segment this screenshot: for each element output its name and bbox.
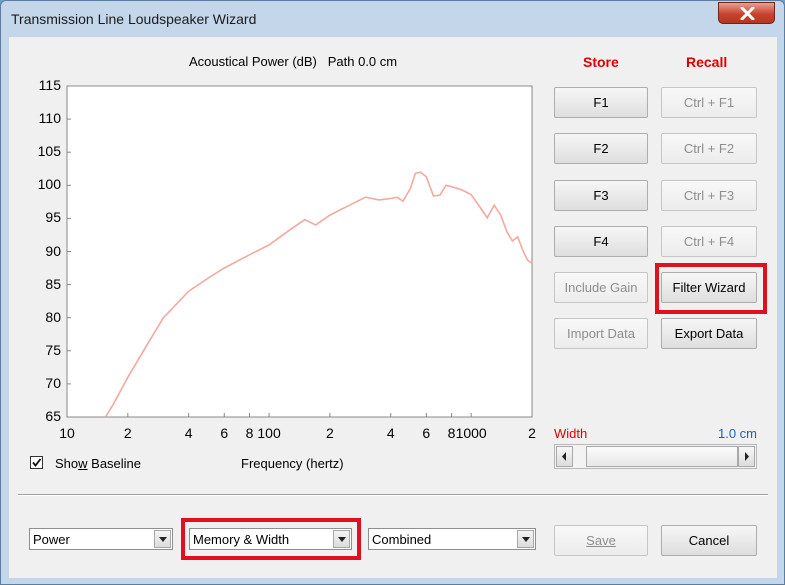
- save-button[interactable]: Save: [554, 525, 648, 556]
- combine-select-value: Combined: [372, 532, 432, 547]
- chart-path-text: Path 0.0 cm: [327, 54, 398, 69]
- baseline-label-accelerator: w: [78, 456, 88, 471]
- acoustical-power-chart: 115 110 105 100 95 90 85 80 75 70 65 10 2 4 6 8 100 2 4 6 8…: [9, 75, 549, 445]
- store-f1-button[interactable]: F1: [554, 87, 648, 118]
- x-tick-label: 10: [59, 425, 75, 441]
- chevron-down-icon: [522, 537, 530, 542]
- view-dropdown-button[interactable]: [333, 530, 350, 548]
- arrow-right-icon: [745, 452, 749, 461]
- combine-select[interactable]: Combined: [368, 528, 536, 550]
- x-axis-title: Frequency (hertz): [241, 456, 344, 471]
- baseline-label-rest: Baseline: [87, 456, 142, 471]
- combine-dropdown-button[interactable]: [517, 530, 534, 548]
- store-f2-button[interactable]: F2: [554, 133, 648, 164]
- baseline-label-part: Sho: [55, 456, 79, 471]
- title-bar: Transmission Line Loudspeaker Wizard: [1, 1, 785, 37]
- chevron-down-icon: [338, 537, 346, 542]
- mode-select[interactable]: Power: [29, 528, 173, 550]
- close-icon: [740, 7, 755, 20]
- x-tick-label: 2: [123, 425, 132, 441]
- store-f4-button[interactable]: F4: [554, 226, 648, 257]
- include-gain-button[interactable]: Include Gain: [554, 272, 648, 303]
- view-select[interactable]: Memory & Width: [189, 528, 352, 550]
- chart-title: Acoustical Power (dB) Path 0.0 cm: [189, 54, 397, 69]
- scroll-left-button[interactable]: [556, 446, 573, 467]
- chart-title-text: Acoustical Power (dB): [189, 54, 317, 69]
- recall-heading: Recall: [686, 54, 728, 70]
- arrow-left-icon: [562, 452, 566, 461]
- x-tick-label: 4: [184, 425, 193, 441]
- wizard-window: Transmission Line Loudspeaker Wizard Aco…: [0, 0, 785, 585]
- recall-f3-button[interactable]: Ctrl + F3: [661, 180, 757, 211]
- window-title: Transmission Line Loudspeaker Wizard: [11, 11, 257, 27]
- chart-plot: [66, 85, 533, 418]
- recall-f4-button[interactable]: Ctrl + F4: [661, 226, 757, 257]
- view-select-value: Memory & Width: [193, 532, 290, 547]
- mode-select-value: Power: [33, 532, 70, 547]
- width-label: Width: [554, 426, 588, 441]
- scroll-right-button[interactable]: [738, 446, 755, 467]
- dialog-body: Acoustical Power (dB) Path 0.0 cm 115 110…: [9, 37, 777, 578]
- width-value: 1.0 cm: [717, 426, 757, 441]
- filter-wizard-button[interactable]: Filter Wizard: [661, 272, 757, 303]
- cancel-button[interactable]: Cancel: [661, 525, 757, 556]
- recall-f1-button[interactable]: Ctrl + F1: [661, 87, 757, 118]
- scroll-thumb[interactable]: [586, 446, 738, 467]
- checkmark-icon: [32, 458, 42, 467]
- x-tick-label: 4: [386, 425, 395, 441]
- recall-f2-button[interactable]: Ctrl + F2: [661, 133, 757, 164]
- x-tick-label: 2: [528, 425, 536, 441]
- show-baseline-label[interactable]: Show Baseline: [55, 456, 141, 471]
- store-heading: Store: [583, 54, 619, 70]
- mode-dropdown-button[interactable]: [154, 530, 171, 548]
- import-data-button[interactable]: Import Data: [554, 318, 648, 349]
- x-tick-label: 1000: [455, 425, 487, 441]
- width-scrollbar[interactable]: [554, 444, 757, 469]
- x-tick-label: 100: [257, 425, 281, 441]
- store-f3-button[interactable]: F3: [554, 180, 648, 211]
- plot-area: [66, 85, 533, 418]
- chevron-down-icon: [159, 537, 167, 542]
- x-tick-label: 2: [326, 425, 334, 441]
- show-baseline-checkbox[interactable]: [30, 456, 43, 469]
- close-button[interactable]: [718, 2, 775, 24]
- export-data-button[interactable]: Export Data: [661, 318, 757, 349]
- separator: [18, 494, 768, 496]
